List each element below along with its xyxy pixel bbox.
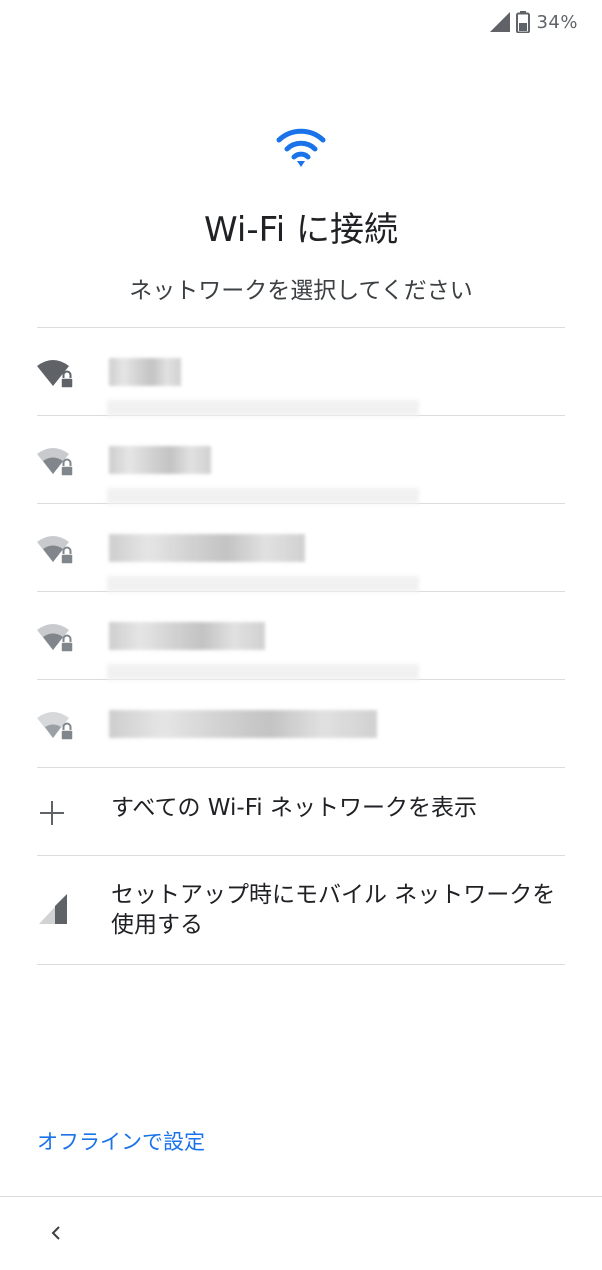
network-item[interactable] [37,592,565,680]
network-item[interactable] [37,416,565,504]
network-list: すべての Wi-Fi ネットワークを表示 セットアップ時にモバイル ネットワーク… [37,327,565,965]
network-status-redacted [107,488,419,504]
network-item[interactable] [37,504,565,592]
cellular-signal-icon [490,12,511,32]
divider [37,964,565,965]
show-all-networks-label: すべての Wi-Fi ネットワークを表示 [111,795,477,821]
cellular-signal-icon [39,894,67,924]
wifi-icon [276,128,326,167]
wifi-signal-weak-lock-icon [37,712,74,741]
page-title: Wi-Fi に接続 [204,210,398,250]
network-ssid-redacted [109,710,377,738]
use-mobile-network-button[interactable]: セットアップ時にモバイル ネットワークを使用する [37,856,565,964]
wifi-signal-weak-lock-icon [37,448,74,477]
network-status-redacted [107,664,419,680]
network-ssid-redacted [109,446,211,474]
network-item[interactable] [37,328,565,416]
status-bar: 34% [0,0,602,44]
wifi-signal-weak-lock-icon [37,624,74,653]
battery-percent: 34% [536,11,578,33]
network-status-redacted [107,400,419,416]
back-button[interactable] [40,1217,72,1249]
network-ssid-redacted [109,534,305,562]
wifi-signal-weak-lock-icon [37,536,74,565]
plus-icon [40,801,64,825]
page-subtitle: ネットワークを選択してください [129,278,473,304]
wifi-setup-screen: 34% Wi-Fi に接続 ネットワークを選択してください すべての Wi-Fi… [0,0,602,1270]
network-status-redacted [107,576,419,592]
wifi-signal-strong-lock-icon [37,360,74,389]
network-ssid-redacted [109,358,181,386]
network-item[interactable] [37,680,565,767]
battery-icon [516,11,531,33]
show-all-networks-button[interactable]: すべての Wi-Fi ネットワークを表示 [37,768,565,855]
header: Wi-Fi に接続 ネットワークを選択してください [0,124,602,305]
use-mobile-network-label: セットアップ時にモバイル ネットワークを使用する [111,882,556,938]
bottom-divider [0,1196,602,1197]
network-ssid-redacted [109,622,265,650]
chevron-left-icon [51,1226,60,1240]
setup-offline-link[interactable]: オフラインで設定 [37,1126,205,1156]
